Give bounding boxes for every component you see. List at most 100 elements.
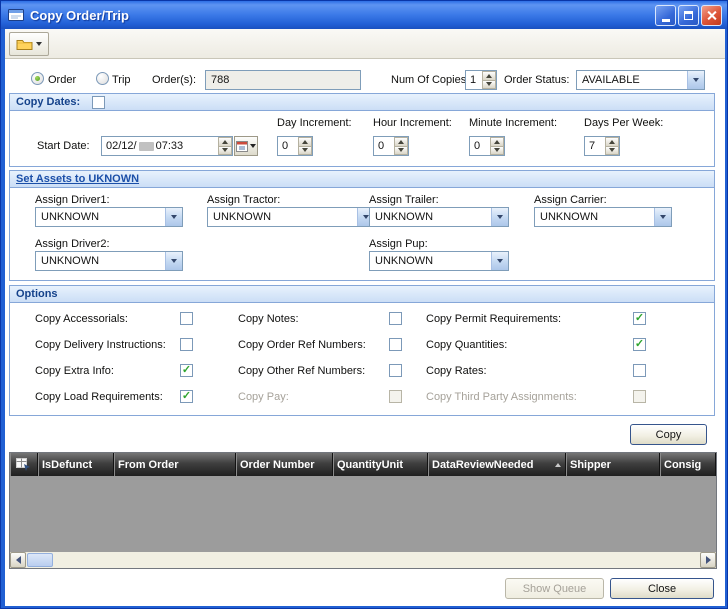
spin-down-button[interactable] [482,81,496,90]
chevron-down-icon [497,215,503,219]
assign-carrier-value: UNKNOWN [535,211,654,223]
spin-down-button[interactable] [394,147,408,156]
column-header-order-number[interactable]: Order Number [236,453,333,476]
sort-ascending-icon [555,463,561,467]
orders-label: Order(s): [152,74,196,86]
orders-value: 788 [211,74,229,86]
copy-button[interactable]: Copy [630,424,707,445]
column-header-from-order[interactable]: From Order [114,453,236,476]
copy-rates-checkbox[interactable] [633,364,646,377]
order-status-combo[interactable]: AVAILABLE [576,70,705,90]
spin-up-button[interactable] [298,137,312,147]
assign-driver2-combo[interactable]: UNKNOWN [35,251,183,271]
copy-load-requirements-checkbox[interactable]: ✓ [180,390,193,403]
minute-increment-spinner[interactable]: 0 [469,136,505,156]
spin-up-button[interactable] [394,137,408,147]
copy-permit-requirements-label: Copy Permit Requirements: [426,313,561,325]
chevron-down-icon [171,259,177,263]
copy-extra-info-checkbox[interactable]: ✓ [180,364,193,377]
spin-down-icon [302,148,308,152]
spin-down-button[interactable] [605,147,619,156]
combo-dropdown-button[interactable] [165,208,182,226]
spin-down-button[interactable] [490,147,504,156]
horizontal-scrollbar[interactable] [10,552,716,568]
copy-pay-label: Copy Pay: [238,391,289,403]
num-copies-spinner[interactable]: 1 [465,70,497,90]
copy-permit-requirements-checkbox[interactable]: ✓ [633,312,646,325]
column-header-quantityunit[interactable]: QuantityUnit [333,453,428,476]
copy-tool-button[interactable] [9,32,49,56]
column-header-datareviewneeded[interactable]: DataReviewNeeded [428,453,566,476]
assign-pup-combo[interactable]: UNKNOWN [369,251,509,271]
copy-dates-checkbox[interactable] [92,96,105,109]
assign-driver1-value: UNKNOWN [36,211,165,223]
column-header-isdefunct[interactable]: IsDefunct [38,453,114,476]
scroll-thumb[interactable] [27,553,53,567]
titlebar: Copy Order/Trip [1,1,728,29]
combo-dropdown-button[interactable] [687,71,704,89]
combo-dropdown-button[interactable] [491,208,508,226]
set-assets-link[interactable]: Set Assets to UKNOWN [16,173,139,185]
folder-icon [16,38,33,51]
order-radio[interactable] [31,72,44,85]
orders-input[interactable]: 788 [205,70,361,90]
days-per-week-spinner[interactable]: 7 [584,136,620,156]
day-increment-value: 0 [278,137,298,155]
spin-up-button[interactable] [490,137,504,147]
minimize-button[interactable] [655,5,676,26]
spin-down-button[interactable] [298,147,312,156]
chevron-down-icon [171,215,177,219]
close-window-button[interactable] [701,5,722,26]
calendar-button[interactable] [234,136,258,156]
order-status-value: AVAILABLE [577,74,687,86]
combo-dropdown-button[interactable] [165,252,182,270]
hour-increment-spinner[interactable]: 0 [373,136,409,156]
copy-accessorials-checkbox[interactable] [180,312,193,325]
order-radio-label: Order [48,74,76,86]
spin-up-button[interactable] [482,71,496,81]
copy-order-trip-window: Copy Order/Trip Order Trip Order(s): 788… [0,0,728,609]
chevron-down-icon [660,215,666,219]
copy-other-ref-numbers-label: Copy Other Ref Numbers: [238,365,365,377]
minimize-icon [662,19,670,22]
start-date-time: 07:33 [156,140,184,152]
copy-pay-checkbox [389,390,402,403]
spin-down-icon [609,148,615,152]
assign-trailer-combo[interactable]: UNKNOWN [369,207,509,227]
results-grid: IsDefunct From Order Order Number Quanti… [9,452,717,569]
copy-quantities-checkbox[interactable]: ✓ [633,338,646,351]
assign-driver1-combo[interactable]: UNKNOWN [35,207,183,227]
combo-dropdown-button[interactable] [654,208,671,226]
row-selector-header[interactable] [10,453,38,476]
spin-down-icon [494,148,500,152]
copy-order-ref-numbers-checkbox[interactable] [389,338,402,351]
spin-up-button[interactable] [218,137,232,147]
copy-load-requirements-label: Copy Load Requirements: [35,391,163,403]
column-header-consignee[interactable]: Consig [660,453,716,476]
trip-radio[interactable] [96,72,109,85]
scroll-right-button[interactable] [700,552,716,568]
combo-dropdown-button[interactable] [491,252,508,270]
maximize-button[interactable] [678,5,699,26]
copy-delivery-instructions-checkbox[interactable] [180,338,193,351]
column-header-shipper[interactable]: Shipper [566,453,660,476]
spin-down-button[interactable] [218,147,232,156]
assign-carrier-label: Assign Carrier: [534,194,607,206]
chevron-down-icon [693,78,699,82]
spin-up-button[interactable] [605,137,619,147]
copy-other-ref-numbers-checkbox[interactable] [389,364,402,377]
start-date-prefix: 02/12/ [106,140,137,152]
window-title: Copy Order/Trip [30,8,653,23]
copy-notes-checkbox[interactable] [389,312,402,325]
scroll-left-button[interactable] [10,552,26,568]
assign-tractor-combo[interactable]: UNKNOWN [207,207,375,227]
trip-radio-label: Trip [112,74,131,86]
assign-carrier-combo[interactable]: UNKNOWN [534,207,672,227]
options-header-label: Options [16,288,58,300]
day-increment-spinner[interactable]: 0 [277,136,313,156]
close-button[interactable]: Close [610,578,714,599]
assign-driver2-label: Assign Driver2: [35,238,110,250]
options-section: Options Copy Accessorials: Copy Notes: C… [9,285,715,416]
start-date-input[interactable]: 02/12/ 07:33 [101,136,233,156]
copy-delivery-instructions-label: Copy Delivery Instructions: [35,339,166,351]
